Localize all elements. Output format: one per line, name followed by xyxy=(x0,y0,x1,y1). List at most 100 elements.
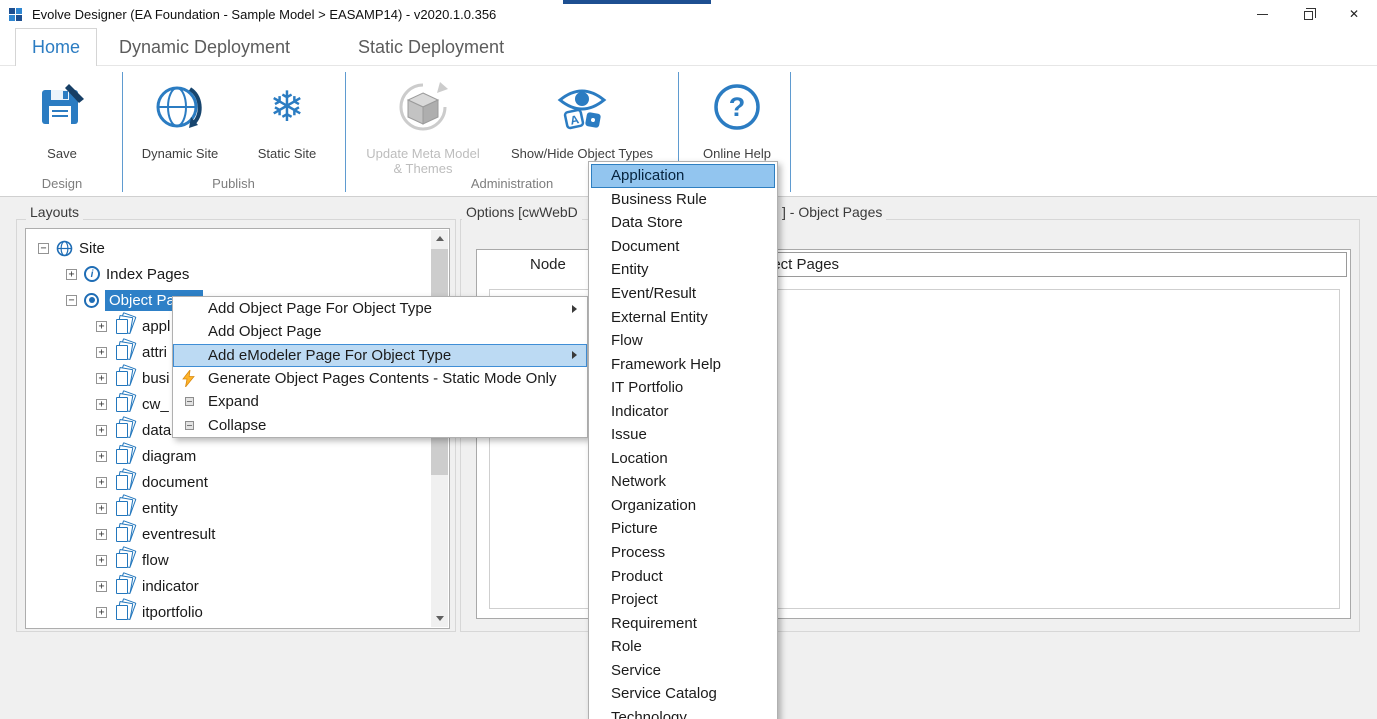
menu-item-add-object-page-for-object-type[interactable]: Add Object Page For Object Type xyxy=(173,297,587,320)
expand-expander-icon[interactable]: + xyxy=(96,555,107,566)
update-meta-model-button[interactable]: Update Meta Model & Themes xyxy=(358,76,488,176)
menu-item-add-emodeler-page-for-object-type[interactable]: Add eModeler Page For Object Type xyxy=(173,344,587,367)
scrollbar-up-button[interactable] xyxy=(431,230,448,247)
submenu-item-framework-help[interactable]: Framework Help xyxy=(591,352,775,376)
tree-item-document[interactable]: + document xyxy=(26,469,449,495)
tab-dynamic-deployment[interactable]: Dynamic Deployment xyxy=(103,28,306,66)
expand-expander-icon[interactable]: + xyxy=(96,373,107,384)
menu-item-expand[interactable]: Expand xyxy=(173,390,587,413)
tree-item-label: flow xyxy=(142,552,169,569)
tab-static-deployment[interactable]: Static Deployment xyxy=(342,28,520,66)
svg-text:?: ? xyxy=(729,92,746,122)
minimize-button[interactable] xyxy=(1239,0,1285,28)
titlebar: Evolve Designer (EA Foundation - Sample … xyxy=(0,0,1377,28)
tree-item-label: diagram xyxy=(142,448,196,465)
expand-expander-icon[interactable]: + xyxy=(96,425,107,436)
globe-icon xyxy=(154,76,206,138)
online-help-button[interactable]: ? Online Help xyxy=(693,76,781,161)
tree-item-indicator[interactable]: + indicator xyxy=(26,573,449,599)
site-globe-icon xyxy=(56,240,73,257)
expand-expander-icon[interactable]: + xyxy=(96,607,107,618)
ribbon-separator xyxy=(345,72,346,192)
submenu-item-flow[interactable]: Flow xyxy=(591,329,775,353)
page-stack-icon xyxy=(114,423,136,438)
app-logo-icon xyxy=(8,6,24,22)
scrollbar-down-button[interactable] xyxy=(431,610,448,627)
snowflake-icon: ❄ xyxy=(269,76,304,138)
tree-item-eventresult[interactable]: + eventresult xyxy=(26,521,449,547)
submenu-item-issue[interactable]: Issue xyxy=(591,423,775,447)
tab-home[interactable]: Home xyxy=(15,28,97,67)
cube-refresh-icon xyxy=(395,76,451,138)
menu-item-collapse[interactable]: Collapse xyxy=(173,413,587,436)
tree-item-itportfolio[interactable]: + itportfolio xyxy=(26,599,449,625)
expand-expander-icon[interactable]: + xyxy=(96,581,107,592)
show-hide-object-types-button[interactable]: A Show/Hide Object Types xyxy=(498,76,666,161)
close-button[interactable]: ✕ xyxy=(1331,0,1377,28)
expand-expander-icon[interactable]: + xyxy=(96,347,107,358)
submenu-item-document[interactable]: Document xyxy=(591,235,775,259)
options-panel-title-right: ] - Object Pages xyxy=(778,204,886,220)
tree-item-flow[interactable]: + flow xyxy=(26,547,449,573)
submenu-item-external-entity[interactable]: External Entity xyxy=(591,305,775,329)
expand-expander-icon[interactable]: + xyxy=(96,451,107,462)
tree-item-site[interactable]: − Site xyxy=(26,235,449,261)
update-meta-model-label-line1: Update Meta Model xyxy=(366,146,479,161)
submenu-item-requirement[interactable]: Requirement xyxy=(591,611,775,635)
static-site-label: Static Site xyxy=(258,146,317,161)
expand-expander-icon[interactable]: + xyxy=(96,529,107,540)
ribbon-tab-bar: Home Dynamic Deployment Static Deploymen… xyxy=(0,28,1377,66)
collapse-expander-icon[interactable]: − xyxy=(66,295,77,306)
save-label: Save xyxy=(47,146,77,161)
tree-item-label: data xyxy=(142,422,171,439)
submenu-item-product[interactable]: Product xyxy=(591,564,775,588)
tree-item-index-pages[interactable]: + i Index Pages xyxy=(26,261,449,287)
page-stack-icon xyxy=(114,397,136,412)
submenu-item-business-rule[interactable]: Business Rule xyxy=(591,188,775,212)
tree-item-diagram[interactable]: + diagram xyxy=(26,443,449,469)
submenu-item-event-result[interactable]: Event/Result xyxy=(591,282,775,306)
down-arrow-icon xyxy=(436,616,444,621)
menu-item-label: Collapse xyxy=(208,417,266,434)
collapse-icon xyxy=(182,421,194,430)
group-label-design: Design xyxy=(22,176,102,191)
tree-item-label: itportfolio xyxy=(142,604,203,621)
submenu-item-data-store[interactable]: Data Store xyxy=(591,211,775,235)
submenu-item-network[interactable]: Network xyxy=(591,470,775,494)
save-button[interactable]: Save xyxy=(22,76,102,161)
collapse-expander-icon[interactable]: − xyxy=(38,243,49,254)
submenu-item-indicator[interactable]: Indicator xyxy=(591,399,775,423)
submenu-item-location[interactable]: Location xyxy=(591,447,775,471)
static-site-button[interactable]: ❄ Static Site xyxy=(240,76,334,161)
submenu-item-picture[interactable]: Picture xyxy=(591,517,775,541)
submenu-item-it-portfolio[interactable]: IT Portfolio xyxy=(591,376,775,400)
dynamic-site-button[interactable]: Dynamic Site xyxy=(133,76,227,161)
submenu-arrow-icon xyxy=(572,305,577,313)
submenu-item-project[interactable]: Project xyxy=(591,588,775,612)
expand-expander-icon[interactable]: + xyxy=(66,269,77,280)
close-icon: ✕ xyxy=(1349,7,1359,21)
page-stack-icon xyxy=(114,449,136,464)
submenu-item-role[interactable]: Role xyxy=(591,635,775,659)
info-icon: i xyxy=(84,266,100,282)
expand-expander-icon[interactable]: + xyxy=(96,503,107,514)
object-type-submenu: Application Business Rule Data Store Doc… xyxy=(588,161,778,719)
expand-expander-icon[interactable]: + xyxy=(96,399,107,410)
tree-item-entity[interactable]: + entity xyxy=(26,495,449,521)
expand-expander-icon[interactable]: + xyxy=(96,321,107,332)
submenu-item-application[interactable]: Application xyxy=(591,164,775,188)
maximize-button[interactable] xyxy=(1285,0,1331,28)
menu-item-generate-object-pages-contents[interactable]: Generate Object Pages Contents - Static … xyxy=(173,367,587,390)
menu-item-add-object-page[interactable]: Add Object Page xyxy=(173,320,587,343)
submenu-item-entity[interactable]: Entity xyxy=(591,258,775,282)
tree-item-label: attri xyxy=(142,344,167,361)
page-stack-icon xyxy=(114,553,136,568)
ribbon-separator xyxy=(122,72,123,192)
submenu-item-service[interactable]: Service xyxy=(591,658,775,682)
expand-expander-icon[interactable]: + xyxy=(96,477,107,488)
submenu-item-service-catalog[interactable]: Service Catalog xyxy=(591,682,775,706)
tree-item-label: eventresult xyxy=(142,526,215,543)
submenu-item-process[interactable]: Process xyxy=(591,541,775,565)
submenu-item-technology[interactable]: Technology xyxy=(591,706,775,719)
submenu-item-organization[interactable]: Organization xyxy=(591,494,775,518)
